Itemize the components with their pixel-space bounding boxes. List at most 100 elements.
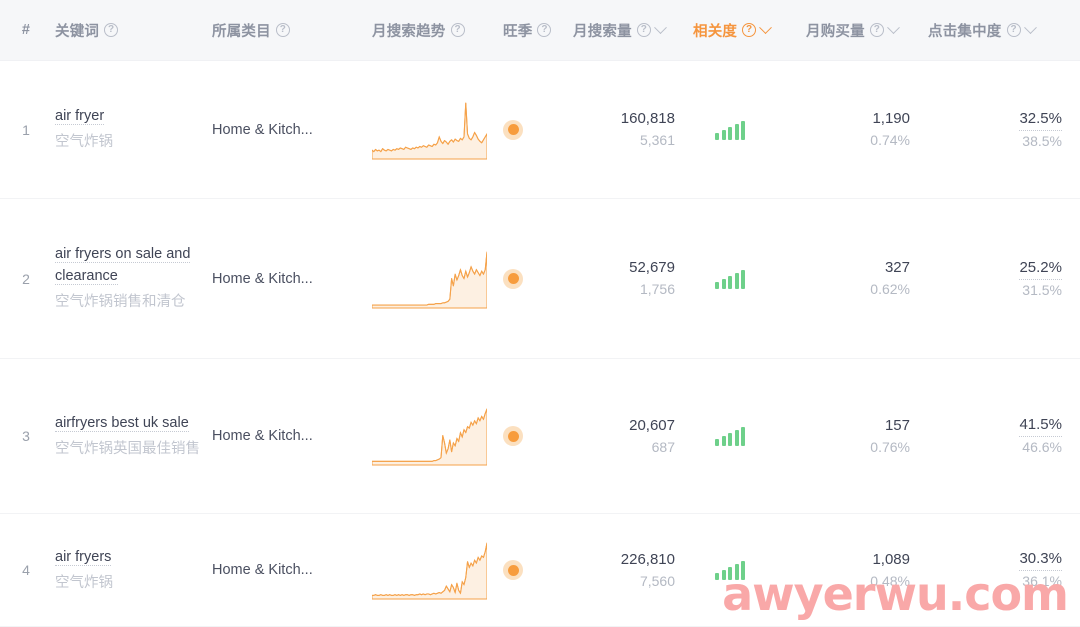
- purchases-cell: 327 0.62%: [806, 257, 928, 300]
- column-header-clicks[interactable]: 点击集中度?: [928, 20, 1080, 41]
- clicks-cell: 25.2% 31.5%: [928, 257, 1080, 301]
- clicks-value[interactable]: 32.5%: [1019, 108, 1062, 131]
- chevron-down-icon-volume[interactable]: [653, 20, 667, 34]
- trend-cell[interactable]: [370, 537, 503, 603]
- purchases-subvalue: 0.48%: [870, 572, 910, 589]
- column-label-clicks: 点击集中度: [928, 23, 1002, 40]
- clicks-value[interactable]: 25.2%: [1019, 257, 1062, 280]
- clicks-subvalue: 31.5%: [1022, 281, 1062, 298]
- season-peak-icon[interactable]: [503, 119, 523, 140]
- volume-value: 160,818: [620, 110, 675, 127]
- help-icon-purchases[interactable]: ?: [869, 23, 884, 37]
- category-text: Home & Kitch...: [212, 121, 313, 138]
- purchases-subvalue: 0.74%: [870, 132, 910, 148]
- relevance-bars-icon[interactable]: [693, 120, 745, 140]
- season-peak-icon[interactable]: [503, 268, 523, 289]
- keyword-cell: air fryer 空气炸锅: [52, 105, 210, 154]
- table-row[interactable]: 2 air fryers on sale and clearance 空气炸锅销售和…: [0, 199, 1080, 359]
- category-text: Home & Kitch...: [212, 428, 313, 444]
- volume-cell: 20,607 687: [573, 415, 693, 458]
- keyword-text-en[interactable]: air fryers on sale and clearance: [55, 246, 191, 285]
- row-index-cell: 4: [0, 562, 52, 578]
- column-label-relevance: 相关度: [693, 23, 738, 40]
- keyword-research-table-page: # 关键词? 所属类目? 月搜索趋势? 旺季? 月搜索量? 相关度? 月购买量?…: [0, 0, 1080, 627]
- column-label-category: 所属类目: [212, 23, 271, 40]
- keyword-text-en[interactable]: air fryer: [55, 108, 105, 125]
- column-header-trend[interactable]: 月搜索趋势?: [370, 20, 503, 41]
- column-header-category[interactable]: 所属类目?: [210, 20, 370, 41]
- category-cell[interactable]: Home & Kitch...: [210, 428, 370, 444]
- purchases-cell: 1,190 0.74%: [806, 108, 928, 151]
- season-peak-icon[interactable]: [503, 560, 523, 580]
- volume-subvalue: 5,361: [639, 132, 675, 148]
- table-body: 1 air fryer 空气炸锅 Home & Kitch... 160,818 5,36…: [0, 61, 1080, 627]
- column-label-purchases: 月购买量: [806, 23, 865, 40]
- column-label-keyword: 关键词: [55, 23, 100, 40]
- category-cell[interactable]: Home & Kitch...: [210, 562, 370, 578]
- help-icon-category[interactable]: ?: [275, 23, 290, 37]
- volume-value: 226,810: [620, 550, 675, 568]
- keyword-text-cn: 空气炸锅: [55, 574, 113, 591]
- season-peak-icon[interactable]: [503, 426, 523, 446]
- row-index-cell: 2: [0, 271, 52, 287]
- row-index: 4: [22, 562, 30, 578]
- volume-value: 20,607: [629, 416, 675, 434]
- clicks-value[interactable]: 30.3%: [1019, 548, 1062, 571]
- volume-cell: 52,679 1,756: [573, 257, 693, 300]
- clicks-subvalue: 38.5%: [1022, 132, 1062, 149]
- clicks-cell: 41.5% 46.6%: [928, 414, 1080, 458]
- help-icon-keyword[interactable]: ?: [104, 23, 119, 37]
- purchases-value: 327: [884, 259, 910, 276]
- column-label-index: #: [21, 22, 31, 38]
- table-row[interactable]: 1 air fryer 空气炸锅 Home & Kitch... 160,818 5,36…: [0, 61, 1080, 199]
- season-cell: [503, 560, 573, 580]
- relevance-cell: [693, 560, 806, 580]
- row-index: 2: [22, 270, 30, 287]
- trend-cell[interactable]: [370, 246, 503, 312]
- table-header-row: # 关键词? 所属类目? 月搜索趋势? 旺季? 月搜索量? 相关度? 月购买量?…: [0, 0, 1080, 61]
- keyword-text-en[interactable]: air fryers: [55, 548, 112, 566]
- help-icon-trend[interactable]: ?: [450, 23, 465, 37]
- column-header-relevance[interactable]: 相关度?: [693, 20, 806, 41]
- relevance-bars-icon[interactable]: [693, 560, 745, 580]
- relevance-bars-icon[interactable]: [693, 426, 745, 446]
- column-header-purchases[interactable]: 月购买量?: [806, 20, 928, 41]
- chevron-down-icon-purchases[interactable]: [886, 20, 900, 34]
- help-icon-season[interactable]: ?: [537, 23, 552, 37]
- column-header-keyword[interactable]: 关键词?: [52, 20, 210, 41]
- volume-subvalue: 7,560: [639, 572, 675, 589]
- purchases-subvalue: 0.62%: [870, 281, 910, 297]
- relevance-bars-icon[interactable]: [693, 269, 745, 289]
- column-header-volume[interactable]: 月搜索量?: [573, 20, 693, 41]
- purchases-value: 1,089: [872, 550, 910, 568]
- category-cell[interactable]: Home & Kitch...: [210, 122, 370, 138]
- clicks-cell: 30.3% 36.1%: [928, 548, 1080, 592]
- help-icon-clicks[interactable]: ?: [1006, 23, 1021, 37]
- clicks-subvalue: 36.1%: [1022, 573, 1062, 589]
- table-row[interactable]: 3 airfryers best uk sale 空气炸锅英国最佳销售 Home & …: [0, 359, 1080, 514]
- relevance-cell: [693, 120, 806, 140]
- column-label-trend: 月搜索趋势: [372, 23, 446, 40]
- keyword-cell: air fryers 空气炸锅: [52, 546, 210, 595]
- clicks-value[interactable]: 41.5%: [1019, 414, 1062, 437]
- category-text: Home & Kitch...: [212, 270, 313, 287]
- column-header-season[interactable]: 旺季?: [503, 20, 573, 41]
- trend-cell[interactable]: [370, 97, 503, 163]
- help-icon-volume[interactable]: ?: [636, 23, 651, 37]
- row-index: 1: [22, 121, 30, 138]
- chevron-down-icon-relevance[interactable]: [759, 20, 772, 34]
- volume-cell: 160,818 5,361: [573, 108, 693, 151]
- purchases-cell: 157 0.76%: [806, 415, 928, 458]
- category-cell[interactable]: Home & Kitch...: [210, 271, 370, 287]
- volume-subvalue: 687: [651, 438, 675, 455]
- season-cell: [503, 268, 573, 289]
- volume-subvalue: 1,756: [639, 281, 675, 297]
- season-cell: [503, 426, 573, 446]
- keyword-text-en[interactable]: airfryers best uk sale: [55, 414, 189, 432]
- table-row[interactable]: 4 air fryers 空气炸锅 Home & Kitch... 226,810 7,5…: [0, 514, 1080, 627]
- chevron-down-icon-clicks[interactable]: [1023, 20, 1037, 34]
- help-icon-relevance[interactable]: ?: [742, 23, 757, 37]
- trend-cell[interactable]: [370, 403, 503, 469]
- category-text: Home & Kitch...: [212, 562, 313, 578]
- keyword-cell: airfryers best uk sale 空气炸锅英国最佳销售: [52, 412, 210, 461]
